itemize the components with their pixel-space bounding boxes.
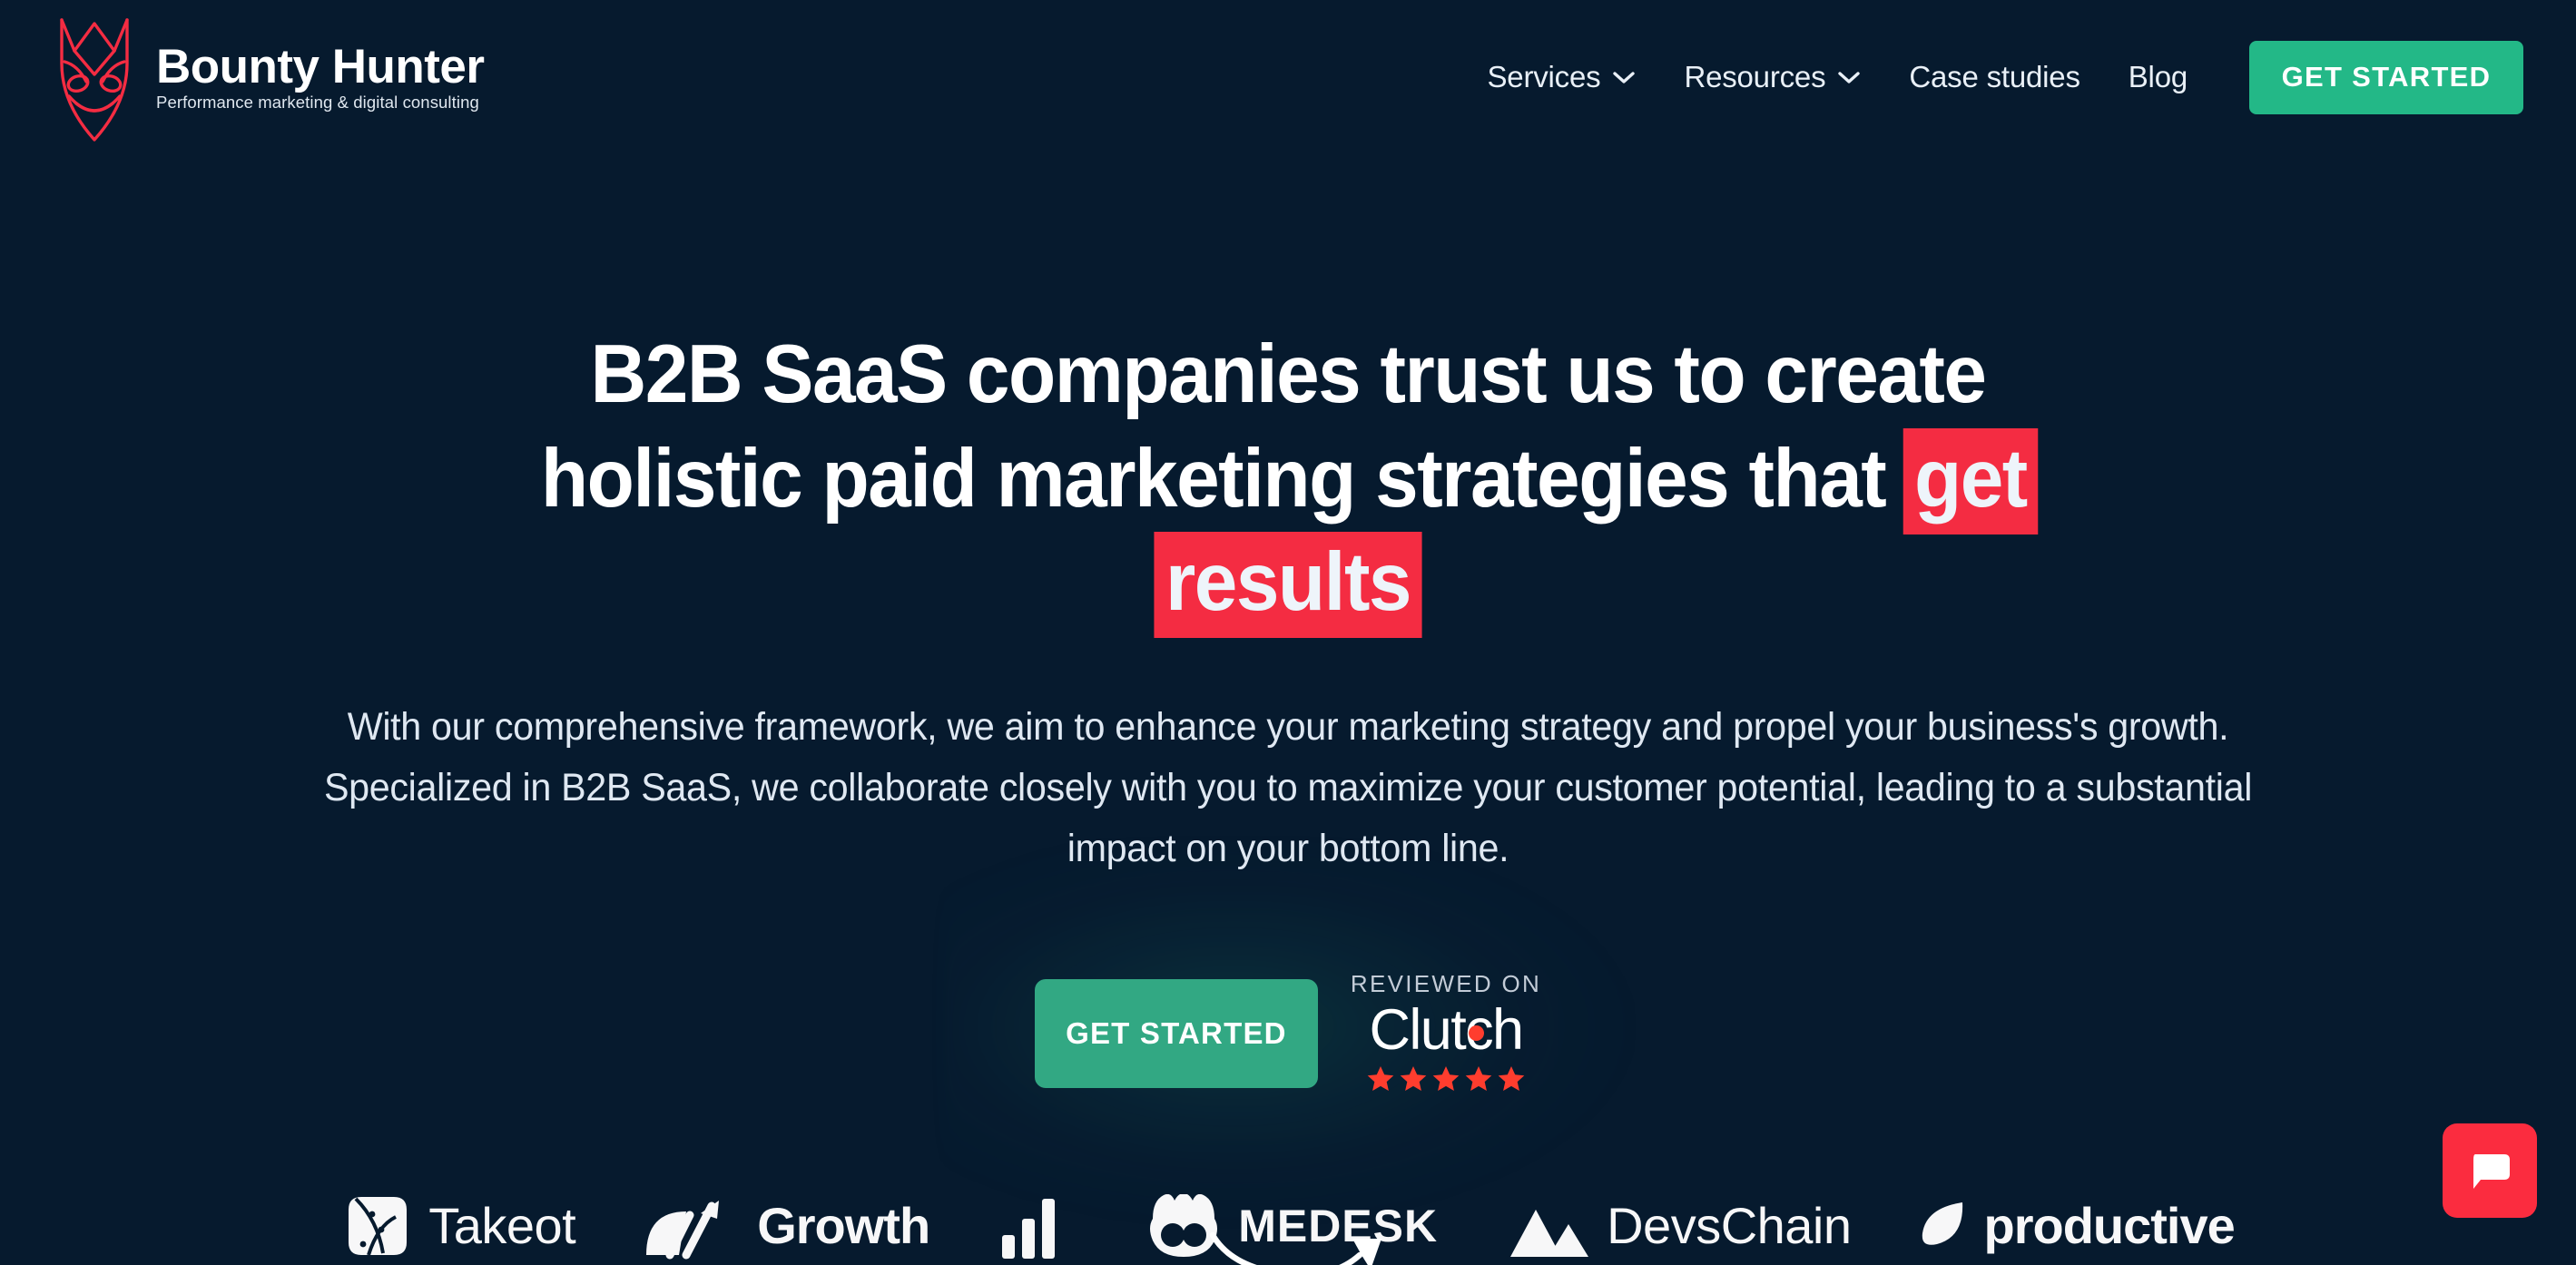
star-icon: [1498, 1066, 1525, 1092]
client-logo-productive: productive: [1919, 1194, 2236, 1265]
client-logo-analytics: [997, 1194, 1077, 1265]
medesk-cloud-icon: [1150, 1194, 1218, 1257]
site-header: Bounty Hunter Performance marketing & di…: [0, 0, 2576, 154]
growth-arrow-icon: [646, 1201, 720, 1260]
chat-bubble-icon: [2473, 1154, 2510, 1189]
nav-item-resources[interactable]: Resources: [1684, 60, 1861, 94]
brand-name: Bounty Hunter: [156, 40, 485, 94]
chat-launcher-button[interactable]: [2443, 1123, 2537, 1218]
nav-item-case-studies[interactable]: Case studies: [1909, 60, 2080, 94]
client-name: productive: [1983, 1197, 2236, 1254]
bounty-hunter-mask-logo-icon: [60, 18, 129, 142]
hero-cta-row: GET STARTED REVIEWED ON Clutch: [0, 972, 2576, 1095]
client-logo-takeot: Takeot: [341, 1194, 576, 1265]
takeot-leaf-icon: [349, 1197, 408, 1256]
nav-item-label: Blog: [2128, 60, 2188, 93]
page-title: B2B SaaS companies trust us to create ho…: [460, 323, 2116, 639]
productive-leaf-icon: [1922, 1202, 1962, 1245]
client-logo-growth: Growth: [643, 1194, 930, 1265]
client-name: Takeot: [428, 1197, 576, 1254]
clutch-wordmark-text: Clutch: [1369, 998, 1525, 1063]
star-icon: [1367, 1066, 1394, 1092]
clutch-reviewed-on-label: REVIEWED ON: [1350, 970, 1542, 998]
chevron-down-icon: [1613, 72, 1636, 83]
star-icon: [1465, 1066, 1492, 1092]
nav-item-label: Services: [1487, 60, 1601, 93]
devschain-mountain-icon: [1510, 1210, 1589, 1257]
chevron-down-icon: [1838, 72, 1861, 83]
nav-item-label: Case studies: [1909, 60, 2080, 93]
brand-logo-link[interactable]: Bounty Hunter Performance marketing & di…: [56, 9, 485, 145]
brand-tagline: Performance marketing & digital consulti…: [156, 93, 479, 113]
nav-item-blog[interactable]: Blog: [2129, 60, 2188, 94]
nav-item-services[interactable]: Services: [1487, 60, 1636, 94]
nav-item-label: Resources: [1684, 60, 1826, 93]
hero-subtitle: With our comprehensive framework, we aim…: [323, 704, 2253, 871]
header-get-started-button[interactable]: GET STARTED: [2249, 40, 2523, 114]
hero-get-started-button[interactable]: GET STARTED: [1034, 979, 1318, 1089]
main-navigation: Services Resources Case studies Blog: [1487, 60, 2188, 94]
client-name: MEDESK: [1238, 1201, 1439, 1251]
hero-title-text: B2B SaaS companies trust us to create ho…: [540, 329, 1987, 525]
client-logo-medesk: MEDESK: [1144, 1194, 1438, 1265]
client-name: DevsChain: [1607, 1197, 1852, 1254]
clutch-review-badge[interactable]: REVIEWED ON Clutch: [1351, 972, 1541, 1095]
clutch-star-rating: [1367, 1065, 1525, 1092]
client-name: Growth: [757, 1197, 930, 1254]
star-icon: [1400, 1066, 1427, 1092]
bar-chart-icon: [1002, 1199, 1056, 1259]
client-logo-strip: Takeot Growth MEDESK DevsChain productiv…: [0, 1194, 2576, 1265]
hero-section: B2B SaaS companies trust us to create ho…: [0, 154, 2576, 1265]
star-icon: [1432, 1066, 1460, 1092]
client-logo-devschain: DevsChain: [1505, 1194, 1852, 1265]
clutch-wordmark: Clutch: [1369, 998, 1525, 1063]
clutch-dot-icon: [1468, 1025, 1484, 1042]
